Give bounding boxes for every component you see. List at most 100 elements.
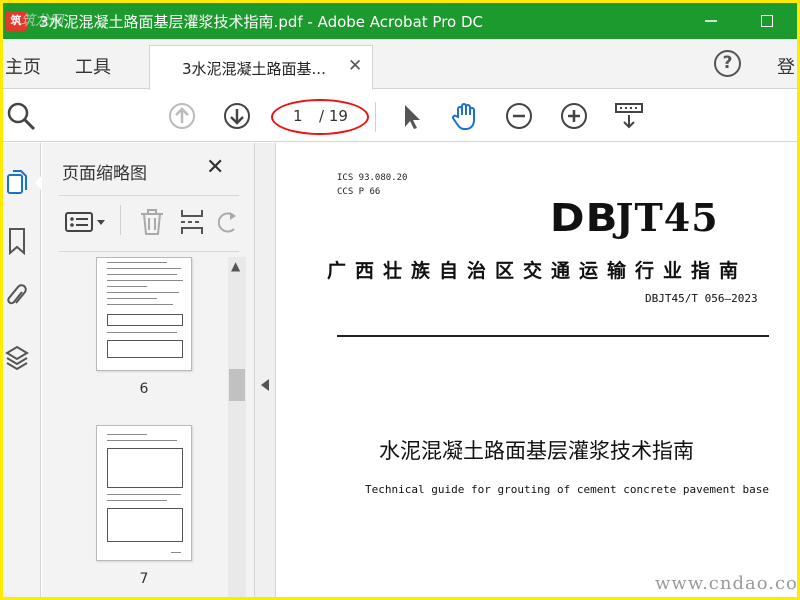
bookmark-icon — [9, 228, 25, 255]
thumb-text-line — [107, 494, 181, 495]
thumb-table — [107, 448, 183, 488]
thumb-text-line — [107, 292, 179, 293]
bookmarks-button[interactable] — [5, 227, 29, 255]
title-bar[interactable]: 筑 筑龙网 3水泥混凝土路面基层灌浆技术指南.pdf - Adobe Acrob… — [3, 3, 797, 39]
scrollbar-thumb[interactable] — [229, 369, 245, 401]
app-window: 筑 筑龙网 3水泥混凝土路面基层灌浆技术指南.pdf - Adobe Acrob… — [3, 3, 797, 597]
thumb-text-line — [107, 434, 147, 435]
tab-document-label: 3水泥混凝土路面基... — [182, 59, 326, 78]
menu-home[interactable]: 主页 — [5, 53, 41, 79]
maximize-button[interactable] — [745, 3, 789, 39]
thumb-text-line — [107, 280, 183, 281]
insert-page-icon — [181, 210, 203, 234]
thumb-text-line — [171, 552, 181, 553]
scroll-mode-button[interactable] — [613, 100, 645, 132]
previous-page-button[interactable] — [166, 100, 198, 132]
ics-ccs-block: ICS 93.080.20 CCS P 66 — [337, 171, 407, 199]
attachments-button[interactable] — [5, 283, 29, 311]
app-logo: 筑 筑龙网 — [5, 10, 63, 32]
toolbar-divider — [375, 102, 376, 132]
menu-bar: 主页 工具 3水泥混凝土路面基... ✕ ? 登 — [3, 39, 797, 90]
panel-separator — [59, 195, 239, 196]
thumbnail-label-6: 6 — [139, 381, 149, 397]
list-options-icon — [65, 212, 105, 232]
next-page-button[interactable] — [221, 100, 253, 132]
panel-close-icon[interactable]: ✕ — [206, 155, 224, 180]
minus-circle-icon — [506, 103, 532, 129]
thumb-text-line — [107, 298, 157, 299]
thumb-table — [107, 340, 183, 358]
layers-icon — [5, 345, 29, 371]
panel-collapse-strip[interactable] — [254, 143, 276, 597]
panel-tool-divider — [120, 205, 121, 235]
thumb-text-line — [107, 440, 177, 441]
app-logo-watermark: 筑龙网 — [21, 13, 63, 29]
thumbnails-panel: 页面缩略图 ✕ 6 7 ▲ — [42, 143, 254, 597]
window-title: 3水泥混凝土路面基层灌浆技术指南.pdf - Adobe Acrobat Pro… — [39, 12, 484, 31]
menu-tools[interactable]: 工具 — [75, 53, 111, 79]
thumbnail-options-button[interactable] — [64, 207, 108, 237]
thumb-table — [107, 508, 183, 542]
thumb-text-line — [107, 332, 177, 333]
panel-title: 页面缩略图 — [62, 164, 147, 184]
insert-page-button[interactable] — [179, 207, 205, 237]
select-tool-button[interactable] — [395, 100, 427, 132]
standard-logo-rest: JT45 — [615, 195, 719, 240]
arrow-up-circle-icon — [169, 103, 195, 129]
delete-page-button[interactable] — [138, 207, 166, 237]
thumb-text-line — [107, 268, 181, 269]
pages-icon — [7, 170, 27, 194]
toolbar: 1 / 19 — [3, 90, 797, 142]
rotate-page-button[interactable] — [218, 207, 238, 237]
paperclip-icon — [7, 284, 27, 305]
collapse-left-icon[interactable] — [261, 379, 269, 391]
standard-logo-db: DB — [549, 196, 619, 240]
thumb-text-line — [107, 262, 167, 263]
navigation-rail — [3, 143, 42, 597]
search-icon — [7, 102, 36, 131]
tab-close-icon[interactable]: ✕ — [348, 56, 362, 76]
rotate-icon — [218, 212, 236, 233]
arrow-down-circle-icon — [224, 103, 250, 129]
login-button[interactable]: 登 — [777, 53, 795, 79]
document-page[interactable]: ICS 93.080.20 CCS P 66 DBJT45 广西壮族自治区交通运… — [277, 143, 797, 597]
red-annotation-ellipse — [271, 99, 369, 135]
thumb-text-line — [107, 304, 173, 305]
thumb-table — [107, 314, 183, 326]
page-thumbnail-6[interactable] — [96, 257, 192, 371]
layers-button[interactable] — [5, 343, 29, 371]
standard-number: DBJT45/T 056—2023 — [645, 292, 758, 305]
rail-selection-notch — [35, 175, 42, 191]
site-watermark: www.cndao.com — [655, 573, 797, 594]
scroll-mode-icon — [615, 103, 643, 129]
plus-circle-icon — [561, 103, 587, 129]
thumb-text-line — [107, 274, 177, 275]
ics-code: ICS 93.080.20 — [337, 173, 408, 183]
cursor-arrow-icon — [405, 105, 420, 129]
panel-separator — [59, 251, 239, 252]
search-button[interactable] — [5, 100, 37, 132]
page-thumbnail-7[interactable] — [96, 425, 192, 561]
hand-tool-button[interactable] — [449, 100, 481, 132]
zoom-in-button[interactable] — [558, 100, 590, 132]
minimize-button[interactable] — [689, 3, 733, 39]
thumb-text-line — [107, 500, 167, 501]
header-rule — [337, 335, 769, 337]
ccs-code: CCS P 66 — [337, 187, 381, 197]
thumbnail-label-7: 7 — [139, 571, 149, 587]
trash-icon — [141, 209, 163, 235]
issuing-organization: 广西壮族自治区交通运输行业指南 — [327, 260, 748, 282]
scroll-up-icon[interactable]: ▲ — [231, 259, 240, 273]
minimize-icon — [705, 20, 717, 22]
maximize-icon — [761, 15, 773, 27]
thumb-text-line — [107, 286, 147, 287]
hand-icon — [452, 103, 475, 130]
help-button[interactable]: ? — [714, 50, 741, 77]
document-title-chinese: 水泥混凝土路面基层灌浆技术指南 — [379, 439, 694, 463]
zoom-out-button[interactable] — [503, 100, 535, 132]
page-thumbnails-button[interactable] — [5, 169, 29, 197]
standard-logo: DBJT45 — [549, 195, 719, 240]
thumbnail-list[interactable]: 6 7 — [42, 257, 224, 597]
thumbnail-scrollbar[interactable]: ▲ — [228, 257, 246, 597]
tab-document[interactable]: 3水泥混凝土路面基... ✕ — [149, 45, 373, 90]
